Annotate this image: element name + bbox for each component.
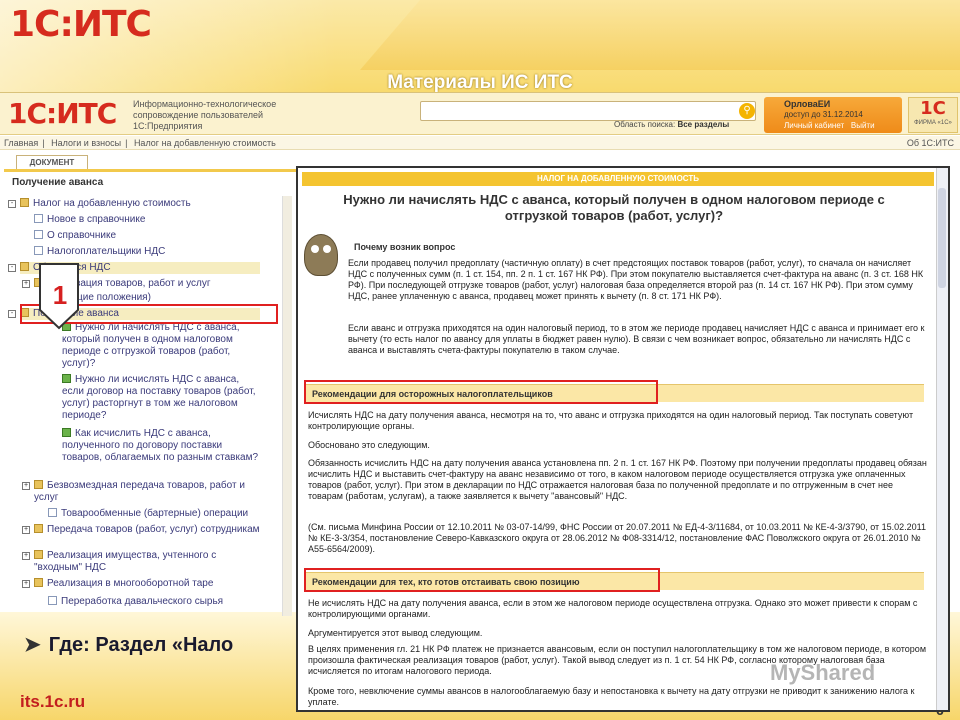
breadcrumb-item[interactable]: Налог на добавленную стоимость: [134, 138, 276, 148]
search-icon[interactable]: ⚲: [739, 103, 755, 119]
tree-item[interactable]: - Налог на добавленную стоимость: [8, 198, 260, 210]
expand-icon[interactable]: +: [22, 526, 30, 534]
tree-item-label: Налог на добавленную стоимость: [33, 198, 191, 209]
tab-underline: [4, 169, 296, 172]
tab-document[interactable]: ДОКУМЕНТ: [16, 155, 88, 169]
rec2-paragraph-2: Аргументируется этот вывод следующим.: [308, 628, 483, 638]
bullet-text: Где: Раздел «Нало: [48, 634, 234, 656]
rec1-paragraph-4: (См. письма Минфина России от 12.10.2011…: [308, 522, 927, 554]
bullet-arrow-icon: ➤: [24, 634, 41, 656]
folder-icon: [20, 198, 29, 207]
tree-item-label: Безвозмездная передача товаров, работ и …: [34, 480, 245, 503]
tree-item-label: Реализация имущества, учтенного с "входн…: [34, 550, 217, 573]
folder-icon: [34, 578, 43, 587]
tree-item-label: Переработка давальческого сырья: [61, 596, 224, 607]
document-panel: НАЛОГ НА ДОБАВЛЕННУЮ СТОИМОСТЬ Нужно ли …: [296, 166, 950, 712]
page-icon: [34, 246, 43, 255]
collapse-icon[interactable]: -: [8, 200, 16, 208]
slide-title: Материалы ИС ИТС: [387, 72, 573, 93]
user-name: ОрловаЕИ: [784, 99, 831, 109]
its-logo[interactable]: 1С:ИТС: [8, 97, 117, 130]
user-links: Личный кабинет Выйти: [784, 121, 875, 130]
firm-logo-mark: 1С: [920, 98, 946, 119]
doc-category-bar: НАЛОГ НА ДОБАВЛЕННУЮ СТОИМОСТЬ: [302, 172, 934, 186]
tree-item-label: Нужно ли начислять НДС с аванса, который…: [62, 322, 240, 369]
footer-link[interactable]: its.1c.ru: [20, 692, 85, 712]
folder-icon: [20, 262, 29, 271]
breadcrumb-separator: |: [42, 138, 45, 148]
search-area-value[interactable]: Все разделы: [677, 120, 729, 129]
search-area: Область поиска: Все разделы: [614, 120, 729, 129]
rec2-paragraph-4: Кроме того, невключение суммы авансов в …: [308, 686, 915, 707]
highlight-box-rec1: [304, 380, 658, 404]
tree-item[interactable]: Нужно ли исчислять НДС с аванса, если до…: [62, 374, 262, 422]
firm-logo-sub: ФИРМА «1С»: [914, 120, 952, 126]
expand-icon[interactable]: +: [22, 580, 30, 588]
expand-icon[interactable]: +: [22, 482, 30, 490]
folder-icon: [34, 550, 43, 559]
tree-item-label: Налогоплательщики НДС: [47, 246, 166, 257]
user-access: доступ до 31.12.2014: [784, 110, 863, 119]
tree-item-label: О справочнике: [47, 230, 117, 241]
tree-item-label: Товарообменные (бартерные) операции: [61, 508, 249, 519]
search-input[interactable]: [420, 101, 756, 121]
slide-logo: 1С:ИТС: [10, 4, 152, 45]
rec2-paragraph-1: Не исчислять НДС на дату получения аванс…: [308, 598, 918, 619]
tree-item[interactable]: Товарообменные (бартерные) операции: [48, 508, 260, 520]
breadcrumb-item[interactable]: Налоги и взносы: [51, 138, 121, 148]
tree-item[interactable]: Новое в справочнике: [34, 214, 260, 226]
doc-scrollbar-thumb[interactable]: [938, 188, 946, 288]
its-tagline: Информационно-технологическое сопровожде…: [133, 99, 277, 131]
search-area-label: Область поиска:: [614, 120, 676, 129]
about-link[interactable]: Об 1С:ИТС: [907, 136, 954, 150]
tree-item-label: Передача товаров (работ, услуг) сотрудни…: [47, 524, 260, 535]
cabinet-link[interactable]: Личный кабинет: [784, 121, 844, 130]
rec1-paragraph-3: Обязанность исчислить НДС на дату получе…: [308, 458, 927, 501]
highlight-box-rec2: [304, 568, 660, 592]
collapse-icon[interactable]: -: [8, 310, 16, 318]
tree-item[interactable]: + Реализация имущества, учтенного с "вход…: [22, 550, 264, 574]
rec1-paragraph-2: Обосновано это следующим.: [308, 440, 430, 450]
firm-logo: 1С ФИРМА «1С»: [908, 97, 958, 133]
why-paragraph-2: Если аванс и отгрузка приходятся на один…: [348, 323, 925, 355]
tree-item-label: Нужно ли исчислять НДС с аванса, если до…: [62, 374, 256, 421]
tree-item[interactable]: + Передача товаров (работ, услуг) сотрудн…: [22, 524, 264, 536]
folder-icon: [34, 480, 43, 489]
tree-item[interactable]: Налогоплательщики НДС: [34, 246, 260, 258]
page-icon: [34, 214, 43, 223]
breadcrumb-item[interactable]: Главная: [4, 138, 38, 148]
page-icon: [48, 508, 57, 517]
tree-item[interactable]: + Реализация в многооборотной таре: [22, 578, 260, 590]
page-icon: [48, 596, 57, 605]
marker-number: 1: [52, 280, 68, 310]
folder-icon: [34, 524, 43, 533]
doc-title: Нужно ли начислять НДС с аванса, который…: [343, 192, 885, 223]
expand-icon[interactable]: +: [22, 280, 30, 288]
tree-item[interactable]: + Безвозмездная передача товаров, работ и…: [22, 480, 264, 504]
tree-item-label: Новое в справочнике: [47, 214, 146, 225]
breadcrumb: Главная | Налоги и взносы | Налог на добав…: [0, 136, 960, 150]
collapse-icon[interactable]: -: [8, 264, 16, 272]
tree-item-label: Как исчислить НДС с аванса, полученного …: [62, 428, 259, 463]
expand-icon[interactable]: +: [22, 552, 30, 560]
tree-scrollbar[interactable]: [282, 196, 292, 616]
tree-item[interactable]: О справочнике: [34, 230, 260, 242]
watermark: MyShared: [770, 660, 876, 685]
slide-bullet: ➤ Где: Раздел «Нало: [24, 632, 233, 657]
owl-icon: [304, 234, 338, 276]
tree-item[interactable]: Переработка давальческого сырья: [48, 596, 260, 608]
why-label: Почему возник вопрос: [354, 242, 456, 252]
page-icon: [34, 230, 43, 239]
rec1-paragraph-1: Исчислять НДС на дату получения аванса, …: [308, 410, 914, 431]
breadcrumb-separator: |: [125, 138, 128, 148]
tree-item-label: Реализация в многооборотной таре: [47, 578, 214, 589]
why-paragraph-1: Если продавец получил предоплату (частич…: [348, 258, 924, 301]
check-icon: [62, 374, 71, 383]
logout-link[interactable]: Выйти: [851, 121, 875, 130]
tree-item[interactable]: Как исчислить НДС с аванса, полученного …: [62, 428, 262, 464]
sidebar-title: Получение аванса: [12, 177, 104, 188]
tree-item[interactable]: Нужно ли начислять НДС с аванса, который…: [62, 322, 262, 370]
check-icon: [62, 428, 71, 437]
